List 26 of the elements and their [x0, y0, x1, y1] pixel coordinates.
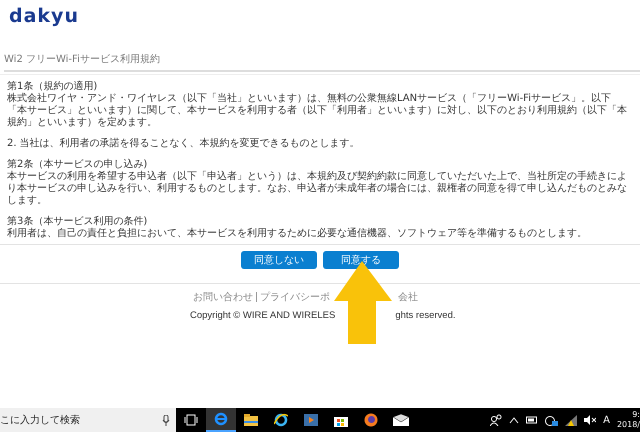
section-heading: 第1条（規約の適用) — [7, 81, 98, 92]
terms-paragraph: 株式会社ワイヤ・アンド・ワイヤレス（以下「当社」といいます）は、無料の公衆無線LANサービス（「フリーWi-Fiサービス」。以下「本サービス」といいます）に関して、本サービスを利用する者（以下「利用者」といいます）に対し、以下のとおり利用規約（以下「本規約」といいます）を定めます。 — [7, 93, 628, 129]
section-heading: 第3条（本サービス利用の条件) — [7, 216, 148, 228]
muted-speaker-icon[interactable] — [584, 415, 596, 425]
ime-indicator[interactable]: A — [603, 414, 610, 426]
chevron-up-icon[interactable] — [509, 416, 520, 424]
agree-button[interactable]: 同意する — [323, 251, 399, 269]
wifi-warning-icon[interactable] — [565, 414, 578, 426]
search-field[interactable]: こに入力して検索 — [0, 408, 176, 432]
section-heading: 第2条（本サービスの申し込み) — [7, 159, 148, 170]
clock-date[interactable]: 2018/ — [616, 420, 640, 430]
footer-link[interactable]: プライバシーポ — [257, 290, 333, 304]
decline-button[interactable]: 同意しない — [241, 251, 317, 269]
logo: dakyu — [9, 5, 79, 27]
terms-paragraph: 本サービスの利用を希望する申込者（以下「申込者」という）は、本規約及び契約約款に同意していただいた上で、当社所定の手続きにより本サービスの申し込みを行い、利用するものとします。なお、申込者が未成年者の場合には、親権者の同意を得て申し込んだものとみなします。 — [7, 171, 628, 207]
terms-paragraph: 2. 当社は、利用者の承諾を得ることなく、本規約を変更できるものとします。 — [7, 138, 361, 150]
footer-link[interactable]: お問い合わせ — [190, 290, 256, 304]
page-title: Wi2 フリーWi-Fiサービス利用規約 — [4, 54, 160, 65]
microphone-icon[interactable] — [162, 414, 170, 426]
copyright-text: Copyright © WIRE AND WIRELES — [190, 310, 336, 321]
battery-icon[interactable] — [526, 416, 538, 424]
people-icon[interactable] — [490, 414, 502, 426]
terms-paragraph: 利用者は、自己の責任と負担において、本サービスを利用するために必要な通信機器、ソフトウェア等を準備するものとします。 — [7, 228, 588, 240]
clock-time[interactable]: 9: — [632, 410, 640, 420]
footer-text: 会社 — [397, 290, 419, 304]
copyright-text: ghts reserved. — [395, 310, 456, 321]
